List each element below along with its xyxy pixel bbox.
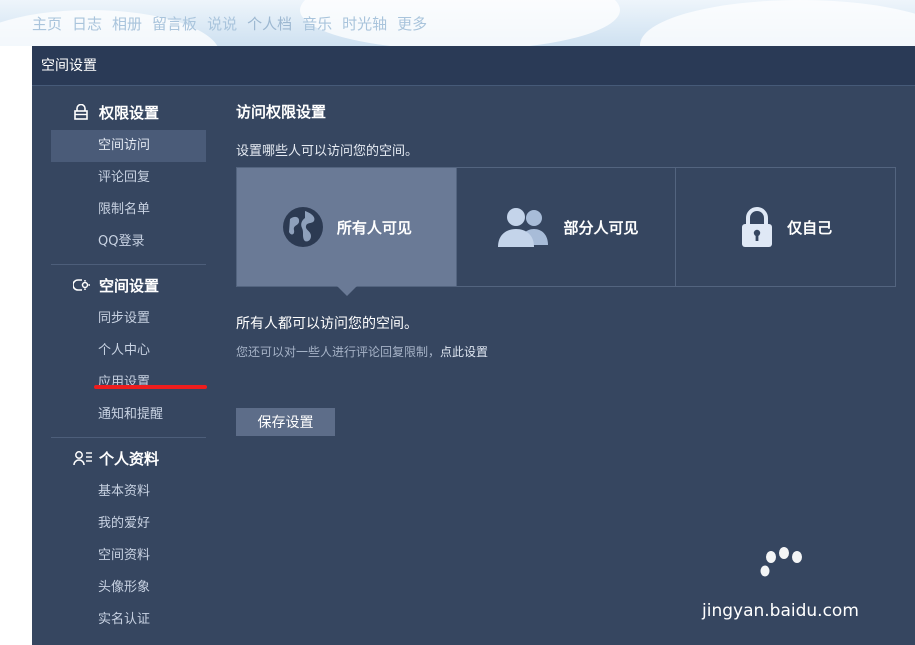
sidebar-item-personal-center[interactable]: 个人中心 — [51, 335, 206, 367]
nav-profile[interactable]: 个人档 — [247, 13, 292, 34]
access-settings-content: 访问权限设置 设置哪些人可以访问您的空间。 所有人可见 部分人可见 仅自己 所有… — [236, 100, 896, 436]
visibility-options: 所有人可见 部分人可见 仅自己 — [236, 167, 896, 296]
top-navigation-bar: 主页 日志 相册 留言板 说说 个人档 音乐 时光轴 更多 — [0, 0, 915, 46]
settings-description: 设置哪些人可以访问您的空间。 — [236, 144, 419, 159]
nav-more[interactable]: 更多 — [397, 13, 427, 34]
nav-home[interactable]: 主页 — [32, 13, 62, 34]
option-label: 所有人可见 — [336, 218, 412, 237]
sidebar-item-space-access[interactable]: 空间访问 — [51, 130, 206, 162]
people-icon — [494, 205, 552, 249]
sidebar-item-space-info[interactable]: 空间资料 — [51, 540, 206, 572]
globe-icon — [281, 205, 325, 249]
hint-text: 您还可以对一些人进行评论回复限制， — [236, 345, 441, 359]
sidebar-item-real-name[interactable]: 实名认证 — [51, 604, 206, 636]
sidebar-item-restriction-list[interactable]: 限制名单 — [51, 194, 206, 226]
option-only-me[interactable]: 仅自己 — [676, 168, 895, 286]
comment-restriction-hint: 您还可以对一些人进行评论回复限制，点此设置 — [236, 343, 896, 360]
sidebar-item-avatar[interactable]: 头像形象 — [51, 572, 206, 604]
sidebar-group-label: 个人资料 — [99, 449, 160, 468]
person-list-icon — [73, 450, 93, 466]
nav-blog[interactable]: 日志 — [72, 13, 102, 34]
sidebar-item-sync-settings[interactable]: 同步设置 — [51, 303, 206, 335]
nav-music[interactable]: 音乐 — [302, 13, 332, 34]
top-nav-links: 主页 日志 相册 留言板 说说 个人档 音乐 时光轴 更多 — [32, 13, 437, 34]
option-everyone[interactable]: 所有人可见 — [237, 168, 457, 296]
nav-photos[interactable]: 相册 — [112, 13, 142, 34]
sidebar-group-label: 空间设置 — [99, 276, 160, 295]
option-label: 仅自己 — [787, 218, 833, 237]
sidebar-item-notifications[interactable]: 通知和提醒 — [51, 399, 206, 431]
sidebar-item-hobbies[interactable]: 我的爱好 — [51, 508, 206, 540]
sidebar-group-label: 权限设置 — [99, 103, 160, 122]
sidebar-divider — [51, 264, 206, 265]
page-title: 访问权限设置 — [236, 103, 327, 121]
sidebar-group-space-settings: 空间设置 — [51, 273, 206, 297]
save-button[interactable]: 保存设置 — [236, 408, 335, 436]
settings-panel: 空间设置 权限设置 空间访问 评论回复 限制名单 QQ登录 空间设置 同步设置 … — [32, 46, 915, 645]
padlock-icon — [739, 205, 775, 249]
nav-shuoshuo[interactable]: 说说 — [207, 13, 237, 34]
nav-timeline[interactable]: 时光轴 — [342, 13, 387, 34]
settings-sidebar: 权限设置 空间访问 评论回复 限制名单 QQ登录 空间设置 同步设置 个人中心 … — [51, 100, 207, 636]
red-underline-annotation — [94, 385, 207, 389]
option-some-people[interactable]: 部分人可见 — [457, 168, 677, 286]
link-gear-icon — [73, 277, 93, 293]
hint-settings-link[interactable]: 点此设置 — [440, 345, 488, 359]
cloud-decoration — [640, 0, 915, 46]
sidebar-item-app-settings[interactable]: 应用设置 — [51, 367, 206, 399]
option-label: 部分人可见 — [563, 218, 639, 237]
sidebar-divider — [51, 437, 206, 438]
sidebar-item-comment-reply[interactable]: 评论回复 — [51, 162, 206, 194]
visibility-result-text: 所有人都可以访问您的空间。 — [236, 316, 418, 332]
nav-messageboard[interactable]: 留言板 — [152, 13, 197, 34]
sidebar-group-permissions: 权限设置 — [51, 100, 206, 124]
sidebar-item-qq-login[interactable]: QQ登录 — [51, 226, 206, 258]
sidebar-item-basic-info[interactable]: 基本资料 — [51, 476, 206, 508]
panel-title: 空间设置 — [32, 46, 915, 86]
sidebar-group-profile: 个人资料 — [51, 446, 206, 470]
lock-outline-icon — [73, 104, 93, 120]
